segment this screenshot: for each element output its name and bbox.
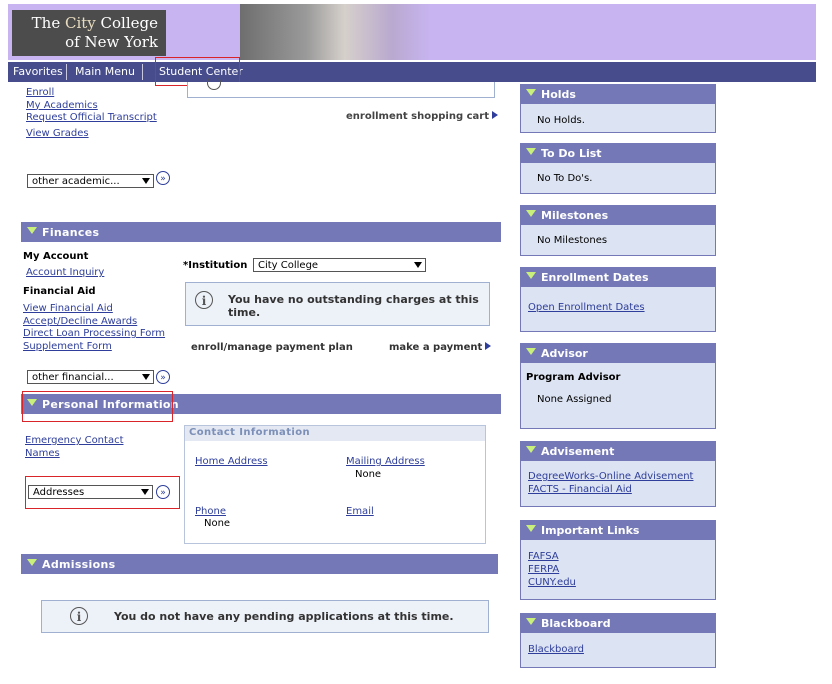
other-financial-select[interactable]: other financial... xyxy=(27,370,154,384)
site-header: The City College of New York xyxy=(8,4,816,60)
highlight-personal-info xyxy=(22,391,173,422)
admissions-info-box: i You do not have any pending applicatio… xyxy=(41,600,489,633)
academics-box xyxy=(187,76,495,98)
academic-go-button[interactable]: » xyxy=(156,171,170,185)
nav-bar: Favorites Main Menu Student Center xyxy=(8,62,816,82)
nav-favorites[interactable]: Favorites xyxy=(13,65,63,78)
mailing-address-value: None xyxy=(355,469,382,480)
nav-main-menu[interactable]: Main Menu xyxy=(75,65,135,78)
college-logo: The City College of New York xyxy=(12,10,166,56)
enrollment-dates-panel: Open Enrollment Dates xyxy=(520,287,716,332)
admissions-message: You do not have any pending applications… xyxy=(114,610,454,623)
link-fafsa[interactable]: FAFSA xyxy=(528,551,559,562)
personal-links: Emergency Contact Names xyxy=(25,435,124,460)
link-ferpa[interactable]: FERPA xyxy=(528,564,559,575)
phone-value: None xyxy=(204,518,231,529)
advisor-panel: Program Advisor None Assigned xyxy=(520,363,716,429)
shopping-cart-link[interactable]: enrollment shopping cart xyxy=(346,111,498,122)
important-links-header: Important Links xyxy=(520,520,716,540)
payment-plan-link[interactable]: enroll/manage payment plan xyxy=(191,342,353,353)
link-open-enrollment-dates[interactable]: Open Enrollment Dates xyxy=(528,302,645,313)
financial-aid-label: Financial Aid xyxy=(23,286,96,297)
blackboard-header: Blackboard xyxy=(520,613,716,633)
program-advisor-label: Program Advisor xyxy=(526,372,621,383)
academics-links: Enroll My Academics Request Official Tra… xyxy=(26,87,157,140)
link-request-transcript[interactable]: Request Official Transcript xyxy=(26,112,157,125)
link-blackboard[interactable]: Blackboard xyxy=(528,644,584,655)
link-home-address[interactable]: Home Address xyxy=(195,456,268,467)
link-names[interactable]: Names xyxy=(25,448,124,461)
link-emergency-contact[interactable]: Emergency Contact xyxy=(25,435,124,448)
institution-label: *Institution xyxy=(183,260,248,271)
my-account-label: My Account xyxy=(23,251,89,262)
advisor-header: Advisor xyxy=(520,343,716,363)
milestones-header: Milestones xyxy=(520,205,716,225)
make-payment-link[interactable]: make a payment xyxy=(389,342,492,353)
link-degreeworks[interactable]: DegreeWorks-Online Advisement xyxy=(528,471,693,482)
milestones-text: No Milestones xyxy=(537,235,608,246)
holds-header: Holds xyxy=(520,84,716,104)
important-links-panel: FAFSA FERPA CUNY.edu xyxy=(520,540,716,600)
financial-go-button[interactable]: » xyxy=(156,370,170,384)
todo-text: No To Do's. xyxy=(537,173,593,184)
link-email[interactable]: Email xyxy=(346,506,374,517)
info-icon: i xyxy=(70,607,88,625)
enrollment-dates-header: Enrollment Dates xyxy=(520,267,716,287)
institution-select[interactable]: City College xyxy=(253,258,426,272)
finances-header: Finances xyxy=(21,222,501,242)
todo-panel: No To Do's. xyxy=(520,163,716,194)
charges-info-box: i You have no outstanding charges at thi… xyxy=(185,282,490,326)
other-academic-select[interactable]: other academic... xyxy=(27,174,154,188)
info-icon: i xyxy=(195,291,213,309)
aid-links: View Financial Aid Accept/Decline Awards… xyxy=(23,303,165,353)
link-phone[interactable]: Phone xyxy=(195,506,226,517)
todo-header: To Do List xyxy=(520,143,716,163)
link-mailing-address[interactable]: Mailing Address xyxy=(346,456,425,467)
contact-info-box: Contact Information Home Address Mailing… xyxy=(184,425,486,544)
link-view-grades[interactable]: View Grades xyxy=(26,128,157,141)
link-enroll[interactable]: Enroll xyxy=(26,87,157,100)
link-direct-loan-form[interactable]: Direct Loan Processing Form xyxy=(23,328,165,341)
link-my-academics[interactable]: My Academics xyxy=(26,100,157,113)
contact-info-title: Contact Information xyxy=(185,426,485,441)
charges-message: You have no outstanding charges at this … xyxy=(228,293,479,319)
holds-text: No Holds. xyxy=(537,115,585,126)
banner-image xyxy=(240,4,430,60)
link-view-financial-aid[interactable]: View Financial Aid xyxy=(23,303,165,316)
link-account-inquiry[interactable]: Account Inquiry xyxy=(26,267,104,278)
link-supplement-form[interactable]: Supplement Form xyxy=(23,341,165,354)
advisor-text: None Assigned xyxy=(537,394,612,405)
advisement-panel: DegreeWorks-Online Advisement FACTS - Fi… xyxy=(520,461,716,507)
link-cuny[interactable]: CUNY.edu xyxy=(528,577,576,588)
milestones-panel: No Milestones xyxy=(520,225,716,256)
blackboard-panel: Blackboard xyxy=(520,633,716,668)
link-facts-financial-aid[interactable]: FACTS - Financial Aid xyxy=(528,484,632,495)
link-accept-decline-awards[interactable]: Accept/Decline Awards xyxy=(23,316,165,329)
admissions-header: Admissions xyxy=(21,554,498,574)
highlight-addresses xyxy=(25,476,180,509)
holds-panel: No Holds. xyxy=(520,104,716,133)
advisement-header: Advisement xyxy=(520,441,716,461)
